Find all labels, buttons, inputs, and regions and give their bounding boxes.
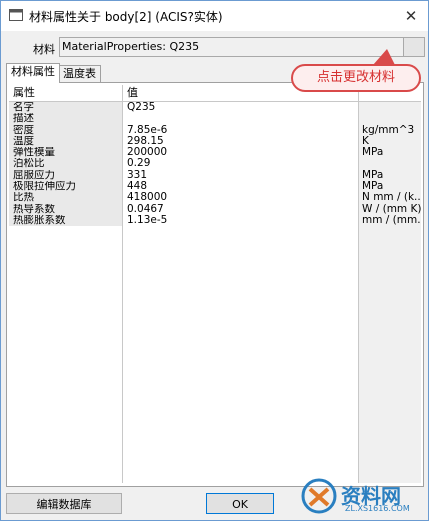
material-properties-dialog: 材料属性关于 body[2] (ACIS?实体) ✕ 材料 MaterialPr… [0, 0, 429, 521]
app-icon [9, 9, 23, 21]
property-name: 弹性模量 [9, 147, 122, 159]
callout-arrow [373, 49, 395, 65]
properties-grid: 属性 值 名字 Q235 描述 密度 7.85e-6 kg/mm^3 温度 29… [9, 85, 421, 483]
table-row[interactable]: 热膨胀系数 1.13e-5 mm / (mm... [9, 214, 421, 227]
header-property[interactable]: 属性 [9, 85, 123, 101]
table-row[interactable]: 极限拉伸应力 448 MPa [9, 181, 421, 193]
property-unit: W / (mm K) [362, 203, 421, 215]
watermark-logo-icon [301, 478, 337, 514]
property-value[interactable]: 7.85e-6 [123, 125, 358, 136]
table-row[interactable]: 弹性模量 200000 MPa [9, 147, 421, 159]
property-unit: MPa [362, 147, 384, 159]
property-unit: mm / (mm... [362, 214, 421, 226]
grid-rows: 名字 Q235 描述 密度 7.85e-6 kg/mm^3 温度 298.15 [9, 102, 421, 227]
property-value[interactable]: 0.0467 [123, 204, 358, 215]
property-name: 热膨胀系数 [9, 214, 122, 227]
table-row[interactable]: 泊松比 0.29 [9, 158, 421, 170]
property-unit: K [362, 135, 369, 147]
close-button[interactable]: ✕ [394, 1, 428, 31]
property-unit: N mm / (k... [362, 192, 421, 204]
property-name: 温度 [9, 135, 122, 148]
material-field[interactable]: MaterialProperties: Q235 [59, 37, 405, 57]
property-unit: MPa [362, 181, 384, 193]
table-row[interactable]: 屈服应力 331 MPa [9, 169, 421, 182]
property-name: 名字 [9, 102, 122, 114]
property-name: 密度 [9, 124, 122, 136]
window-title: 材料属性关于 body[2] (ACIS?实体) [29, 10, 223, 24]
property-value[interactable]: 331 [123, 170, 358, 181]
property-name: 比热 [9, 192, 122, 204]
edit-database-button[interactable]: 编辑数据库 [6, 493, 122, 514]
material-label: 材料 [33, 43, 55, 56]
table-row[interactable]: 描述 [9, 113, 421, 125]
close-icon: ✕ [404, 7, 418, 25]
tab-temperature-table[interactable]: 温度表 [58, 65, 101, 82]
property-value[interactable]: 448 [123, 181, 358, 192]
property-value[interactable]: 200000 [123, 147, 358, 158]
property-value[interactable]: Q235 [123, 102, 358, 113]
ok-button[interactable]: OK [206, 493, 274, 514]
tab-material-properties[interactable]: 材料属性 [6, 63, 60, 83]
property-name: 极限拉伸应力 [9, 181, 122, 193]
property-name: 屈服应力 [9, 169, 122, 182]
table-row[interactable]: 比热 418000 N mm / (k... [9, 192, 421, 204]
watermark-url: ZL.XS1616.COM [345, 504, 410, 513]
table-row[interactable]: 密度 7.85e-6 kg/mm^3 [9, 124, 421, 136]
change-material-button[interactable] [403, 37, 425, 57]
property-name: 描述 [9, 113, 122, 125]
property-unit: kg/mm^3 [362, 124, 415, 136]
watermark: 资料网 ZL.XS1616.COM [301, 476, 423, 516]
title-bar[interactable]: 材料属性关于 body[2] (ACIS?实体) ✕ [1, 1, 428, 31]
property-name: 热导系数 [9, 203, 122, 215]
table-row[interactable]: 温度 298.15 K [9, 135, 421, 148]
property-value[interactable]: 0.29 [123, 158, 358, 169]
property-unit: MPa [362, 169, 384, 181]
properties-panel: 属性 值 名字 Q235 描述 密度 7.85e-6 kg/mm^3 温度 29… [6, 82, 424, 487]
property-value[interactable]: 418000 [123, 192, 358, 203]
table-row[interactable]: 名字 Q235 [9, 102, 421, 114]
property-value[interactable]: 1.13e-5 [123, 215, 358, 226]
property-name: 泊松比 [9, 158, 122, 170]
property-value[interactable]: 298.15 [123, 136, 358, 147]
table-row[interactable]: 热导系数 0.0467 W / (mm K) [9, 203, 421, 215]
annotation-callout: 点击更改材料 [291, 64, 421, 92]
